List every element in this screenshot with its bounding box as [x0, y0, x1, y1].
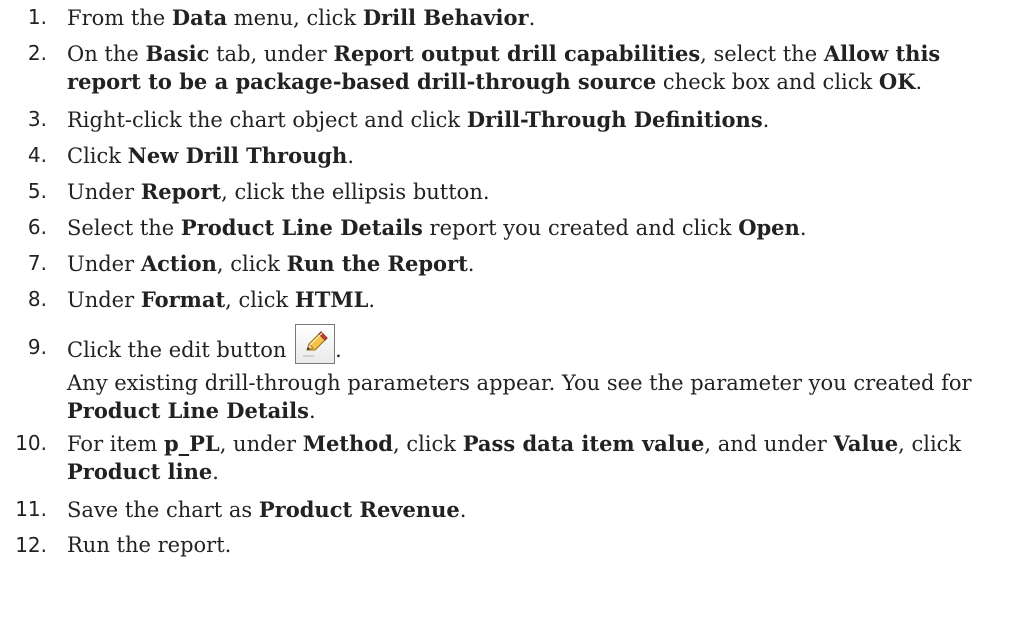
- step-body: Run the report.: [67, 533, 231, 557]
- step-body: Under Action, click Run the Report.: [67, 251, 475, 276]
- step-number: 4.: [27, 143, 47, 167]
- step-text: , under: [219, 432, 303, 456]
- step-text: Under: [67, 288, 141, 312]
- step-text: Under: [67, 252, 141, 276]
- ui-term: Basic: [145, 41, 210, 66]
- step-number: 7.: [27, 251, 47, 275]
- step-text: .: [335, 338, 342, 362]
- ui-term: Product Revenue: [258, 497, 460, 522]
- step-item: 12. Run the report.: [0, 532, 1026, 559]
- ui-term: Drill Behavior: [362, 5, 529, 30]
- step-text: On the: [67, 42, 146, 66]
- step-text: .: [459, 498, 467, 522]
- step-number: 11.: [15, 497, 47, 521]
- step-text: , click: [225, 288, 295, 312]
- step-text: Any existing drill-through parameters ap…: [67, 371, 972, 395]
- step-number: 9.: [27, 335, 47, 359]
- step-number: 2.: [27, 41, 47, 65]
- step-text: Right-click the chart object and click: [67, 108, 467, 132]
- step-item: 8. Under Format, click HTML.: [0, 286, 1026, 314]
- step-text: Click: [67, 144, 128, 168]
- step-number: 12.: [15, 533, 47, 557]
- step-body: Save the chart as Product Revenue.: [67, 497, 467, 522]
- step-text: check box and click: [656, 70, 879, 94]
- step-item: 3. Right-click the chart object and click…: [0, 106, 1026, 134]
- step-text: Click the edit button: [67, 338, 294, 362]
- step-text: .: [467, 252, 475, 276]
- step-item: 4. Click New Drill Through.: [0, 142, 1026, 170]
- ui-term: Run the Report: [286, 251, 468, 276]
- step-body: Right-click the chart object and click D…: [67, 107, 770, 132]
- step-text: , click: [216, 252, 287, 276]
- step-item: 7. Under Action, click Run the Report.: [0, 250, 1026, 278]
- step-text: , click: [392, 432, 463, 456]
- step-text: .: [915, 70, 923, 94]
- step-text: report you created and click: [422, 216, 739, 240]
- step-text: tab, under: [209, 42, 334, 66]
- step-text: Select the: [67, 216, 181, 240]
- step-text: .: [368, 288, 376, 312]
- step-note: Any existing drill-through parameters ap…: [67, 370, 1014, 425]
- step-body: Click the edit button .: [67, 324, 342, 364]
- step-body: For item p_PL, under Method, click Pass …: [67, 431, 962, 484]
- step-text: For item: [67, 432, 164, 456]
- ui-term: Pass data item value: [462, 431, 705, 456]
- ui-term: Format: [140, 287, 226, 312]
- step-item: 6. Select the Product Line Details report…: [0, 214, 1026, 242]
- ui-term: Product line: [67, 459, 213, 484]
- step-number: 10.: [15, 431, 47, 455]
- step-text: menu, click: [227, 6, 363, 30]
- step-number: 5.: [27, 179, 47, 203]
- step-body: Under Format, click HTML.: [67, 287, 376, 312]
- step-number: 1.: [27, 5, 47, 29]
- step-text: .: [799, 216, 807, 240]
- step-item: 5. Under Report, click the ellipsis butto…: [0, 178, 1026, 206]
- ui-term: Product Line Details: [67, 398, 309, 423]
- ui-term: p_PL: [163, 431, 220, 456]
- step-body: Select the Product Line Details report y…: [67, 215, 807, 240]
- step-text: , click: [898, 432, 962, 456]
- step-text: .: [347, 144, 355, 168]
- ui-term: Action: [140, 251, 217, 276]
- ui-term: Method: [302, 431, 393, 456]
- ui-term: Report: [140, 179, 222, 204]
- ui-term: New Drill Through: [127, 143, 348, 168]
- ui-term: Drill-Through Definitions: [466, 107, 763, 132]
- step-text: .: [212, 460, 219, 484]
- step-text: Save the chart as: [67, 498, 259, 522]
- step-text: , and under: [704, 432, 834, 456]
- step-item: 1. From the Data menu, click Drill Behavi…: [0, 4, 1026, 32]
- ui-term: Data: [171, 5, 228, 30]
- step-text: , select the: [700, 42, 824, 66]
- step-text: From the: [67, 6, 172, 30]
- step-item: 2. On the Basic tab, under Report output …: [0, 40, 1026, 96]
- ui-term: HTML: [294, 287, 369, 312]
- edit-button[interactable]: [295, 324, 336, 364]
- pencil-icon: [303, 331, 328, 357]
- step-number: 3.: [27, 107, 47, 131]
- step-item: 11. Save the chart as Product Revenue.: [0, 496, 1026, 524]
- step-body: Click New Drill Through.: [67, 143, 355, 168]
- step-text: .: [528, 6, 536, 30]
- step-item: 10. For item p_PL, under Method, click Pa…: [0, 430, 1026, 486]
- step-number: 6.: [27, 215, 47, 239]
- ui-term: OK: [878, 69, 916, 94]
- step-item: 9. Click the edit button . Any existing dr…: [0, 324, 1026, 425]
- ui-term: Value: [833, 431, 899, 456]
- step-body: Under Report, click the ellipsis button.: [67, 179, 490, 204]
- ui-term: Open: [738, 215, 800, 240]
- step-text: .: [762, 108, 770, 132]
- step-text: Run the report.: [67, 533, 232, 557]
- ui-term: Report output drill capabilities: [333, 41, 701, 66]
- ui-term: Product Line Details: [180, 215, 423, 240]
- step-text: .: [308, 399, 316, 423]
- step-body: On the Basic tab, under Report output dr…: [67, 41, 940, 94]
- step-body: From the Data menu, click Drill Behavior…: [67, 5, 536, 30]
- step-text: Under: [67, 180, 141, 204]
- step-number: 8.: [27, 287, 47, 311]
- step-text: , click the ellipsis button.: [221, 180, 490, 204]
